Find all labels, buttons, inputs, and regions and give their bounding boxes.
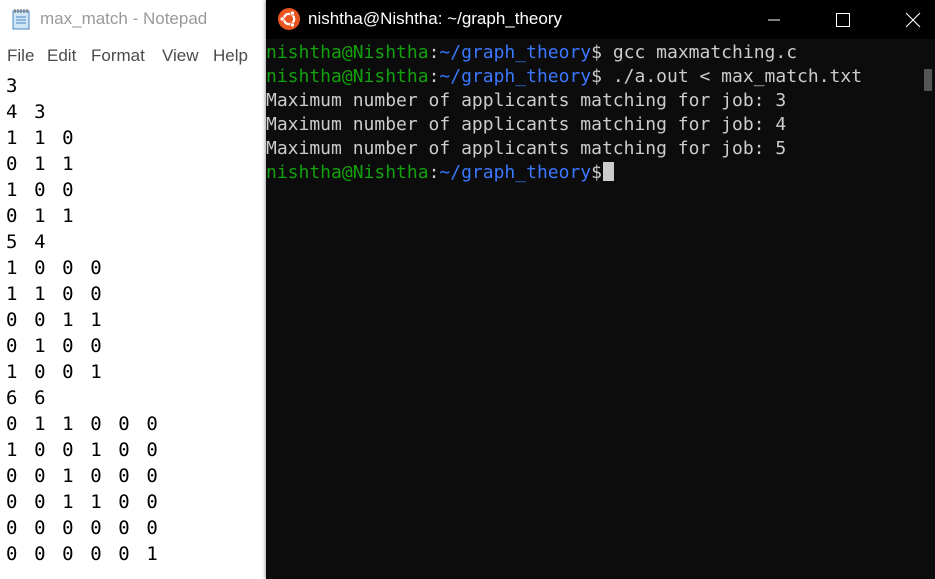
prompt-path: ~/graph_theory (439, 42, 592, 63)
text-line: 0 0 1 1 0 0 (6, 491, 161, 513)
prompt-colon: : (428, 162, 440, 183)
text-line: 0 0 1 1 (6, 309, 105, 331)
terminal-output-area[interactable]: nishtha@Nishtha:~/graph_theory$ gcc maxm… (266, 41, 921, 579)
close-button[interactable] (890, 0, 935, 39)
prompt-symbol: $ (591, 42, 602, 63)
notepad-title: max_match - Notepad (40, 9, 208, 28)
maximize-icon (835, 12, 850, 27)
text-line: 1 1 0 (6, 127, 77, 149)
scrollbar-thumb[interactable] (924, 69, 932, 91)
terminal-titlebar[interactable]: nishtha@Nishtha: ~/graph_theory (266, 0, 935, 39)
terminal-command-line: nishtha@Nishtha:~/graph_theory$ gcc maxm… (266, 41, 862, 65)
text-line: 1 0 0 1 (6, 361, 105, 383)
prompt-user: nishtha@Nishtha (266, 162, 429, 183)
notepad-titlebar[interactable]: max_match - Notepad (0, 0, 266, 40)
text-line: 1 0 0 0 (6, 257, 105, 279)
terminal-scrollbar[interactable] (921, 41, 935, 579)
text-line: 0 1 1 0 0 0 (6, 413, 161, 435)
menu-view[interactable]: View (162, 46, 199, 66)
prompt-colon: : (428, 66, 440, 87)
maximize-button[interactable] (820, 0, 865, 39)
terminal-current-prompt: nishtha@Nishtha:~/graph_theory$ (266, 161, 862, 185)
prompt-symbol: $ (591, 66, 602, 87)
text-line: 1 0 0 1 0 0 (6, 439, 161, 461)
text-line: 0 1 1 (6, 205, 77, 227)
minimize-button[interactable] (751, 0, 796, 39)
prompt-user: nishtha@Nishtha (266, 42, 429, 63)
close-icon (905, 12, 920, 27)
terminal-window: nishtha@Nishtha: ~/graph_theory nishtha@… (266, 0, 935, 579)
prompt-symbol: $ (591, 162, 602, 183)
text-line: 3 (6, 75, 21, 97)
menu-help[interactable]: Help (213, 46, 248, 66)
terminal-output-line: Maximum number of applicants matching fo… (266, 90, 787, 111)
text-line: 0 0 0 0 0 0 (6, 517, 161, 539)
menu-edit[interactable]: Edit (47, 46, 76, 66)
notepad-text-area[interactable]: 3 4 3 1 1 0 0 1 1 1 0 0 0 1 1 5 4 1 0 0 … (6, 73, 160, 567)
ubuntu-icon (277, 7, 301, 31)
terminal-command-line: nishtha@Nishtha:~/graph_theory$ ./a.out … (266, 65, 862, 89)
text-line: 0 0 1 0 0 0 (6, 465, 161, 487)
command-text: gcc maxmatching.c (612, 42, 798, 63)
notepad-menubar: File Edit Format View Help (0, 42, 266, 70)
text-line: 1 0 0 (6, 179, 77, 201)
notepad-window: max_match - Notepad File Edit Format Vie… (0, 0, 266, 579)
text-cursor (602, 162, 614, 181)
terminal-output-line: Maximum number of applicants matching fo… (266, 138, 787, 159)
text-line: 6 6 (6, 387, 49, 409)
terminal-output-line: Maximum number of applicants matching fo… (266, 114, 787, 135)
prompt-colon: : (428, 42, 440, 63)
text-line: 0 0 0 0 0 1 (6, 543, 161, 565)
minimize-icon (767, 19, 780, 20)
text-line: 0 1 1 (6, 153, 77, 175)
command-text: ./a.out < max_match.txt (612, 66, 863, 87)
prompt-user: nishtha@Nishtha (266, 66, 429, 87)
prompt-path: ~/graph_theory (439, 66, 592, 87)
text-line: 4 3 (6, 101, 49, 123)
notepad-icon (12, 8, 31, 30)
text-line: 5 4 (6, 231, 49, 253)
menu-file[interactable]: File (7, 46, 34, 66)
prompt-path: ~/graph_theory (439, 162, 592, 183)
text-line: 0 1 0 0 (6, 335, 105, 357)
menu-format[interactable]: Format (91, 46, 145, 66)
terminal-title: nishtha@Nishtha: ~/graph_theory (308, 9, 562, 28)
text-line: 1 1 0 0 (6, 283, 105, 305)
